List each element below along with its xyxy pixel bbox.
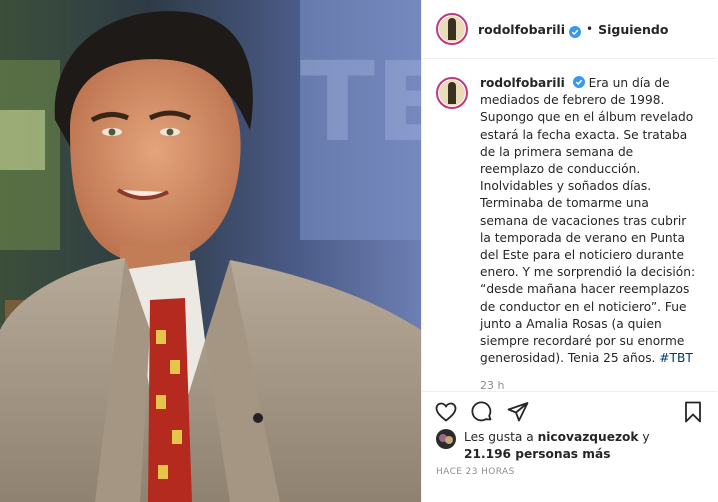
likes-text: Les gusta a nicovazquezok y 21.196 perso… [464,429,650,463]
likes-connector: y [642,430,650,444]
caption-text-area: rodolfobarili Era un día de mediados de … [480,75,698,395]
photo-image: TEV [0,0,421,502]
verified-badge-icon [572,76,585,88]
likes-summary: Les gusta a nicovazquezok y 21.196 perso… [436,429,650,463]
heart-icon[interactable] [434,400,458,424]
svg-text:TEV: TEV [300,38,421,166]
caption-text: Era un día de mediados de febrero de 199… [480,76,696,366]
post-photo[interactable]: TEV [0,0,421,502]
instagram-post: TEV [0,0,718,502]
separator-dot: • [586,22,594,36]
share-icon[interactable] [506,400,530,424]
post-timestamp[interactable]: HACE 23 HORAS [436,467,515,477]
author-avatar[interactable] [436,13,468,45]
author-username[interactable]: rodolfobarili [478,22,565,37]
caption-username[interactable]: rodolfobarili [480,76,565,90]
verified-badge-icon [569,23,581,38]
likes-count[interactable]: 21.196 personas más [464,447,610,461]
liker-avatar[interactable] [436,429,456,449]
post-panel: rodolfobarili • Siguiendo rodolfobarili … [421,0,717,502]
liker-username[interactable]: nicovazquezok [538,430,639,444]
likes-prefix: Les gusta a [464,430,534,444]
hashtag-link[interactable]: #TBT [659,351,692,365]
following-button[interactable]: Siguiendo [598,22,668,37]
comment-icon[interactable] [470,400,494,424]
action-bar [422,391,717,432]
caption-block: rodolfobarili Era un día de mediados de … [422,59,717,395]
bookmark-icon[interactable] [681,400,705,424]
post-header: rodolfobarili • Siguiendo [422,0,717,59]
caption-avatar[interactable] [436,77,468,109]
